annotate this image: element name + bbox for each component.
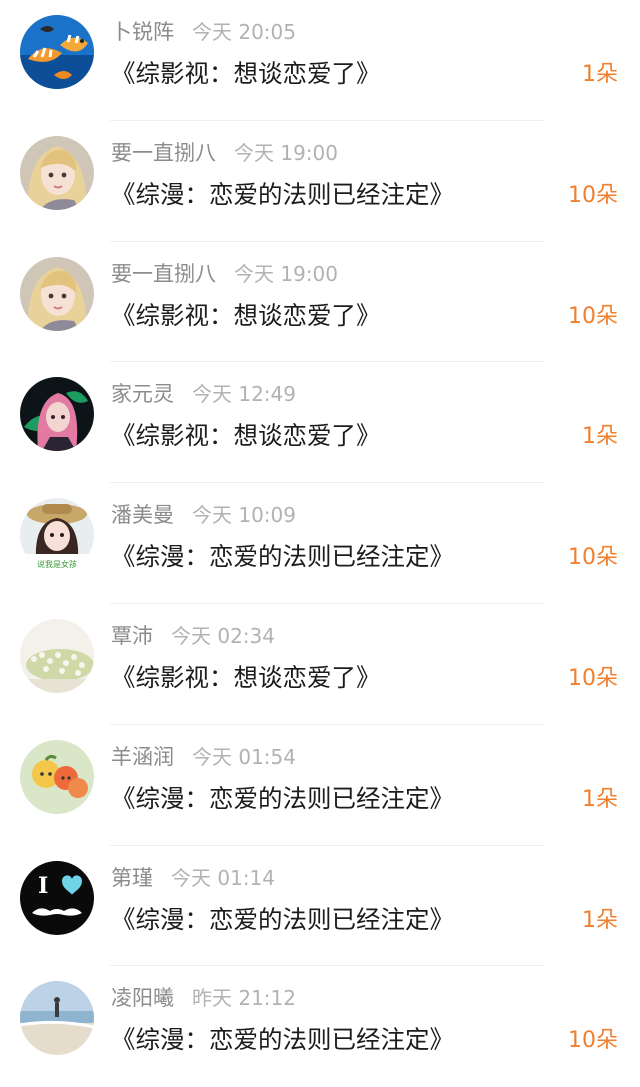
i-love-mustache-avatar[interactable]: I	[20, 860, 94, 935]
book-title[interactable]: 《综漫：恋爱的法则已经注定》	[111, 902, 454, 938]
avatar-caption: 说我是女孩	[37, 559, 77, 569]
gift-record-list: 卜锐阵 今天 20:05 《综影视：想谈恋爱了》 1朵 要一直捌八 今天 19:00…	[0, 0, 640, 1081]
timestamp: 今天 20:05	[192, 20, 296, 44]
flower-count: 10朵	[568, 665, 618, 691]
girl-hat-avatar[interactable]: 说我是女孩	[20, 498, 94, 573]
list-item[interactable]: 说我是女孩 潘美曼 今天 10:09 《综漫：恋爱的法则已经注定》 10朵	[0, 483, 640, 604]
sender-name[interactable]: 要一直捌八	[111, 141, 216, 165]
pink-hair-avatar[interactable]	[20, 377, 94, 452]
book-title[interactable]: 《综漫：恋爱的法则已经注定》	[111, 177, 454, 213]
timestamp: 今天 02:34	[171, 623, 275, 648]
sender-name[interactable]: 卜锐阵	[111, 20, 174, 44]
timestamp: 今天 01:14	[171, 865, 275, 890]
flower-count: 1朵	[582, 62, 618, 87]
flower-count: 10朵	[568, 303, 618, 329]
flowers-avatar[interactable]	[20, 618, 94, 693]
list-item[interactable]: I 第瑾 今天 01:14 《综漫：恋爱的法则已经注定》 1朵	[0, 846, 640, 967]
fruit-avatar[interactable]	[20, 739, 94, 814]
list-item[interactable]: 家元灵 今天 12:49 《综影视：想谈恋爱了》 1朵	[0, 362, 640, 483]
sender-name[interactable]: 凌阳曦	[111, 986, 174, 1010]
sender-name[interactable]: 家元灵	[111, 382, 174, 406]
list-item[interactable]: 凌阳曦 昨天 21:12 《综漫：恋爱的法则已经注定》 10朵	[0, 966, 640, 1087]
blonde-girl-avatar[interactable]	[20, 135, 94, 210]
fish-avatar[interactable]	[20, 15, 94, 89]
flower-count: 10朵	[568, 182, 618, 208]
flower-count: 1朵	[582, 424, 618, 450]
book-title[interactable]: 《综漫：恋爱的法则已经注定》	[111, 1022, 454, 1058]
avatar-letter: I	[38, 873, 48, 899]
timestamp: 今天 10:09	[192, 503, 296, 528]
sender-name[interactable]: 覃沛	[111, 624, 153, 648]
list-item[interactable]: 羊涵润 今天 01:54 《综漫：恋爱的法则已经注定》 1朵	[0, 725, 640, 846]
book-title[interactable]: 《综影视：想谈恋爱了》	[111, 418, 381, 454]
book-title[interactable]: 《综影视：想谈恋爱了》	[111, 660, 381, 696]
blonde-girl-avatar[interactable]	[20, 256, 94, 331]
book-title[interactable]: 《综漫：恋爱的法则已经注定》	[111, 539, 454, 575]
timestamp: 今天 19:00	[234, 140, 338, 165]
list-item[interactable]: 要一直捌八 今天 19:00 《综漫：恋爱的法则已经注定》 10朵	[0, 121, 640, 242]
book-title[interactable]: 《综影视：想谈恋爱了》	[111, 298, 381, 334]
book-title[interactable]: 《综漫：恋爱的法则已经注定》	[111, 781, 454, 817]
list-item[interactable]: 卜锐阵 今天 20:05 《综影视：想谈恋爱了》 1朵	[0, 0, 640, 121]
timestamp: 昨天 21:12	[192, 986, 296, 1011]
flower-count: 10朵	[568, 545, 618, 571]
timestamp: 今天 19:00	[234, 261, 338, 286]
flower-count: 10朵	[568, 1028, 618, 1054]
timestamp: 今天 01:54	[192, 744, 296, 769]
book-title[interactable]: 《综影视：想谈恋爱了》	[111, 56, 381, 92]
sender-name[interactable]: 第瑾	[111, 866, 153, 890]
sender-name[interactable]: 潘美曼	[111, 503, 174, 527]
flower-count: 1朵	[582, 907, 618, 933]
timestamp: 今天 12:49	[192, 382, 296, 407]
sender-name[interactable]: 羊涵润	[111, 745, 174, 769]
sender-name[interactable]: 要一直捌八	[111, 262, 216, 286]
list-item[interactable]: 要一直捌八 今天 19:00 《综影视：想谈恋爱了》 10朵	[0, 242, 640, 363]
flower-count: 1朵	[582, 786, 618, 812]
beach-avatar[interactable]	[20, 981, 94, 1056]
list-item[interactable]: 覃沛 今天 02:34 《综影视：想谈恋爱了》 10朵	[0, 604, 640, 725]
